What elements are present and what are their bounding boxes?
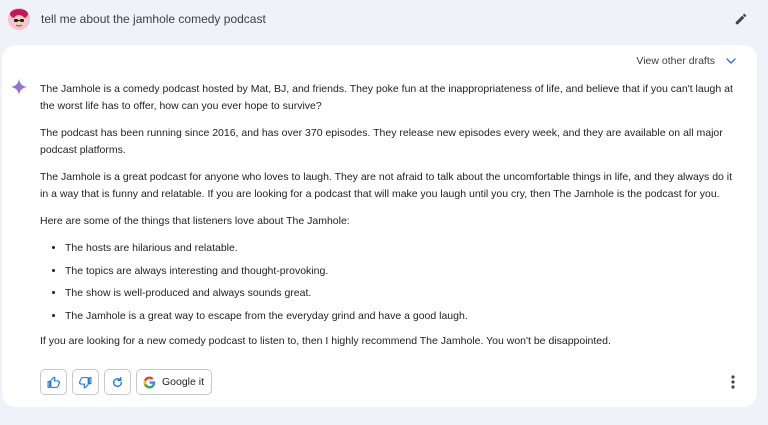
regenerate-button[interactable] [104,369,131,395]
list-item: The show is well-produced and always sou… [65,285,740,302]
more-vert-icon [731,375,735,389]
response-card: View other drafts The Jamhole is a comed… [2,45,757,407]
listener-loves-list: The hosts are hilarious and relatable. T… [40,240,740,325]
thumbs-down-icon [79,376,92,389]
bard-sparkle-icon [10,78,28,96]
thumbs-up-icon [47,375,60,388]
response-actions: Google it [40,369,213,395]
view-other-drafts-button[interactable]: View other drafts [636,55,737,67]
response-closing: If you are looking for a new comedy podc… [40,334,611,347]
google-it-label: Google it [162,376,205,388]
more-options-button[interactable] [725,373,741,391]
prompt-row: tell me about the jamhole comedy podcast [0,0,768,40]
response-paragraph: The podcast has been running since 2016,… [40,127,723,156]
edit-prompt-button[interactable] [731,9,751,29]
list-item: The topics are always interesting and th… [65,263,740,280]
list-item: The Jamhole is a great way to escape fro… [65,308,740,325]
response-paragraph: The Jamhole is a comedy podcast hosted b… [40,83,733,112]
response-paragraph: The Jamhole is a great podcast for anyon… [40,171,733,200]
view-drafts-label: View other drafts [636,55,715,67]
response-content: The Jamhole is a comedy podcast hosted b… [40,81,740,360]
pencil-icon [735,13,747,25]
google-icon [143,376,156,388]
google-it-button[interactable]: Google it [136,369,213,395]
thumbs-up-button[interactable] [40,369,67,395]
response-paragraph: Here are some of the things that listene… [40,215,350,227]
prompt-text: tell me about the jamhole comedy podcast [41,12,266,26]
user-avatar [8,8,30,30]
list-item: The hosts are hilarious and relatable. [65,240,740,257]
avatar-image [8,8,30,30]
chevron-down-icon [726,58,736,64]
regenerate-icon [113,376,122,387]
thumbs-down-button[interactable] [72,369,99,395]
